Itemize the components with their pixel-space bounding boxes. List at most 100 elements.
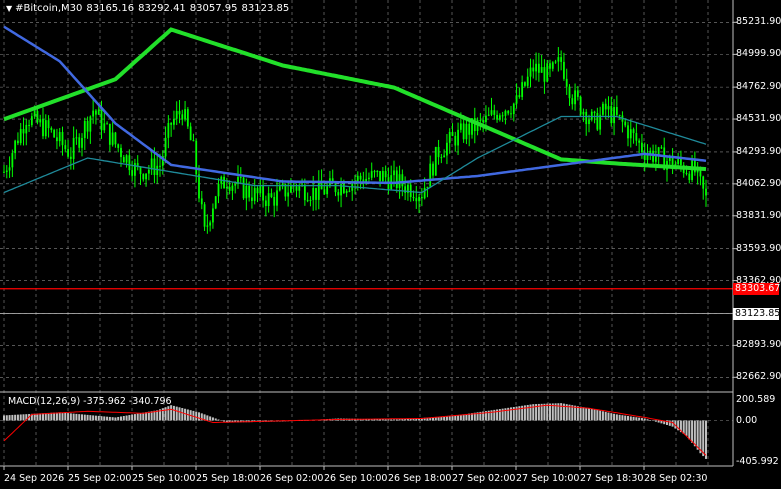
candle-body xyxy=(588,119,590,125)
candle-body xyxy=(359,175,362,180)
candle-body xyxy=(267,193,270,207)
macd-signal-value: -340.796 xyxy=(128,396,172,407)
candle-body xyxy=(518,95,521,97)
price-chart[interactable] xyxy=(0,0,781,489)
candle-body xyxy=(454,135,457,146)
candle-body xyxy=(306,200,309,202)
macd-bar xyxy=(8,415,11,421)
candle-body xyxy=(602,103,604,115)
candle-body xyxy=(395,170,398,189)
candle-body xyxy=(563,61,565,79)
macd-bar xyxy=(618,414,621,421)
candle-body xyxy=(164,137,167,157)
candle-body xyxy=(95,110,97,115)
macd-bar xyxy=(58,412,61,421)
dropdown-triangle-icon[interactable]: ▼ xyxy=(6,4,12,13)
macd-bar xyxy=(576,406,579,421)
candle-body xyxy=(81,138,83,148)
time-tick-label: 24 Sep 2026 xyxy=(4,473,65,484)
candle-body xyxy=(429,163,432,187)
candle-body xyxy=(504,110,507,116)
candle-body xyxy=(106,123,108,125)
candle-body xyxy=(568,86,571,99)
macd-bar xyxy=(111,417,114,421)
price-tick-label: 85231.90 xyxy=(736,16,781,28)
macd-bar xyxy=(640,418,643,421)
macd-bar xyxy=(11,414,14,421)
candle-body xyxy=(373,171,376,173)
macd-bar xyxy=(585,407,588,421)
candle-body xyxy=(273,197,276,206)
macd-bar xyxy=(106,416,109,421)
macd-bar xyxy=(688,420,691,440)
chart-background xyxy=(0,0,781,489)
time-tick-label: 26 Sep 18:00 xyxy=(388,473,452,484)
candle-body xyxy=(64,145,67,150)
candle-body xyxy=(526,76,529,86)
candle-body xyxy=(370,171,373,178)
macd-bar xyxy=(682,420,685,434)
candle-body xyxy=(607,106,610,110)
candle-body xyxy=(680,159,682,166)
candle-body xyxy=(688,173,691,180)
candle-body xyxy=(189,126,192,141)
candle-body xyxy=(574,90,576,105)
candle-body xyxy=(638,140,641,143)
macd-bar xyxy=(454,415,457,421)
macd-bar xyxy=(393,419,395,421)
macd-bar xyxy=(69,413,72,421)
macd-bar xyxy=(184,408,187,421)
candle-body xyxy=(53,129,56,138)
candle-body xyxy=(298,185,301,191)
macd-bar xyxy=(206,415,209,421)
candle-body xyxy=(262,185,264,201)
candle-body xyxy=(153,158,156,176)
candle-body xyxy=(493,110,496,115)
candle-body xyxy=(56,137,58,142)
candle-body xyxy=(303,184,306,201)
macd-bar xyxy=(19,414,22,421)
candle-body xyxy=(381,170,384,182)
candle-body xyxy=(28,124,30,126)
candle-body xyxy=(69,156,72,159)
candle-body xyxy=(487,114,490,116)
candle-body xyxy=(225,186,228,189)
candle-body xyxy=(248,185,251,198)
macd-bar xyxy=(217,419,220,421)
candle-body xyxy=(632,129,635,134)
candle-body xyxy=(635,133,638,141)
macd-bar xyxy=(131,414,134,421)
macd-bar xyxy=(649,420,652,421)
candle-body xyxy=(315,187,317,200)
candle-body xyxy=(30,116,33,126)
macd-bar xyxy=(83,414,86,421)
candle-body xyxy=(627,125,629,139)
candle-body xyxy=(485,115,487,123)
candle-body xyxy=(145,173,147,180)
candle-body xyxy=(134,163,136,176)
candle-body xyxy=(223,176,225,189)
candle-body xyxy=(554,61,557,63)
candle-body xyxy=(705,188,707,196)
candle-body xyxy=(342,184,345,193)
candle-body xyxy=(546,63,549,82)
candle-body xyxy=(228,186,231,191)
candle-body xyxy=(47,120,50,129)
macd-bar xyxy=(114,417,117,421)
candle-body xyxy=(540,67,543,73)
candle-body xyxy=(170,122,173,125)
candle-body xyxy=(173,118,175,125)
candle-body xyxy=(209,222,212,226)
time-tick-label: 26 Sep 02:00 xyxy=(260,473,324,484)
candle-body xyxy=(264,200,267,207)
candle-body xyxy=(212,208,214,223)
macd-bar xyxy=(16,414,19,421)
macd-bar xyxy=(398,419,401,421)
macd-bar xyxy=(601,411,604,421)
macd-bar xyxy=(613,413,616,421)
candle-body xyxy=(11,153,14,168)
candle-body xyxy=(610,106,613,124)
macd-bar xyxy=(75,413,78,421)
candle-body xyxy=(479,120,482,122)
candle-body xyxy=(451,131,454,136)
